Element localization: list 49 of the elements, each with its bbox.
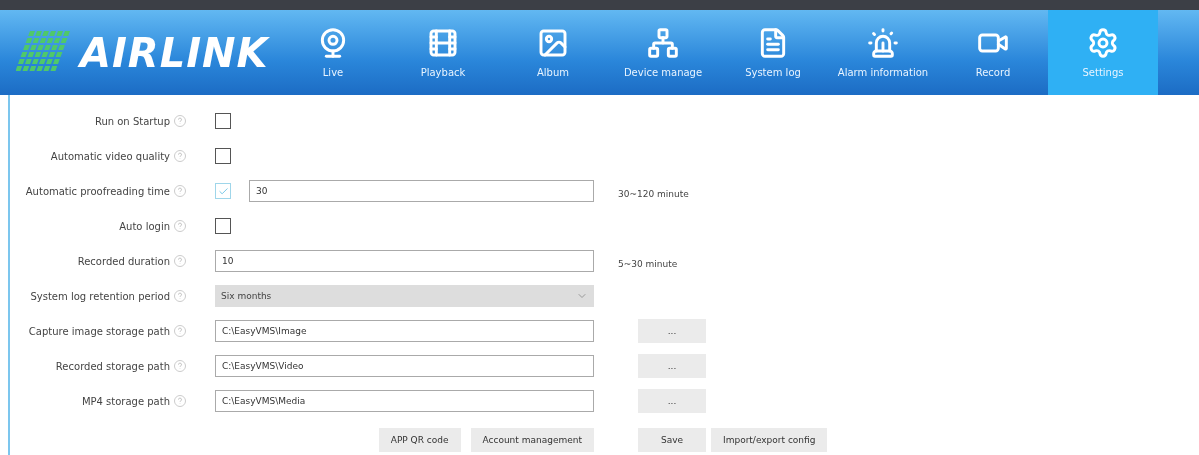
action-button[interactable]: APP QR code: [378, 428, 461, 452]
nav-tab[interactable]: Album: [498, 10, 608, 95]
browse-button[interactable]: ...: [638, 354, 706, 378]
nav-tab[interactable]: Device manage: [608, 10, 718, 95]
setting-label: Automatic proofreading time: [24, 185, 170, 197]
network-icon: [647, 27, 679, 59]
siren-icon: [867, 27, 899, 59]
dropdown[interactable]: Six months: [215, 285, 594, 307]
setting-label: Capture image storage path: [27, 325, 170, 337]
help-icon[interactable]: [174, 255, 186, 267]
checkbox[interactable]: [215, 113, 231, 129]
nav-tab[interactable]: Record: [938, 10, 1048, 95]
range-hint: 5~30 minute: [618, 258, 678, 269]
nav-tab[interactable]: Alarm information: [828, 10, 938, 95]
nav-tab[interactable]: Playback: [388, 10, 498, 95]
setting-label: Auto login: [118, 220, 170, 232]
setting-label: System log retention period: [29, 290, 170, 302]
path-field[interactable]: C:\EasyVMS\Video: [215, 355, 594, 377]
nav-tab[interactable]: System log: [718, 10, 828, 95]
check-icon: [217, 185, 229, 197]
settings-icon: [1087, 27, 1119, 59]
setting-label: Run on Startup: [93, 115, 170, 127]
checkbox[interactable]: [215, 148, 231, 164]
path-field[interactable]: C:\EasyVMS\Image: [215, 320, 594, 342]
browse-button[interactable]: ...: [638, 319, 706, 343]
help-icon[interactable]: [174, 290, 186, 302]
setting-label: Automatic video quality: [49, 150, 170, 162]
setting-label: Recorded duration: [76, 255, 170, 267]
action-button[interactable]: Import/export config: [711, 428, 828, 452]
browse-button[interactable]: ...: [638, 389, 706, 413]
input-field[interactable]: 10: [215, 250, 594, 272]
image-icon: [537, 27, 569, 59]
help-icon[interactable]: [174, 185, 186, 197]
nav-tab[interactable]: Live: [278, 10, 388, 95]
action-button[interactable]: Account management: [470, 428, 594, 452]
help-icon[interactable]: [174, 360, 186, 372]
range-hint: 30~120 minute: [618, 188, 689, 199]
path-field[interactable]: C:\EasyVMS\Media: [215, 390, 594, 412]
setting-label: MP4 storage path: [80, 395, 170, 407]
input-field[interactable]: 30: [249, 180, 594, 202]
help-icon[interactable]: [174, 325, 186, 337]
setting-label: Recorded storage path: [54, 360, 170, 372]
checkbox[interactable]: [215, 218, 231, 234]
help-icon[interactable]: [174, 395, 186, 407]
help-icon[interactable]: [174, 220, 186, 232]
help-icon[interactable]: [174, 150, 186, 162]
action-button[interactable]: Save: [638, 428, 706, 452]
film-icon: [427, 27, 459, 59]
help-icon[interactable]: [174, 115, 186, 127]
